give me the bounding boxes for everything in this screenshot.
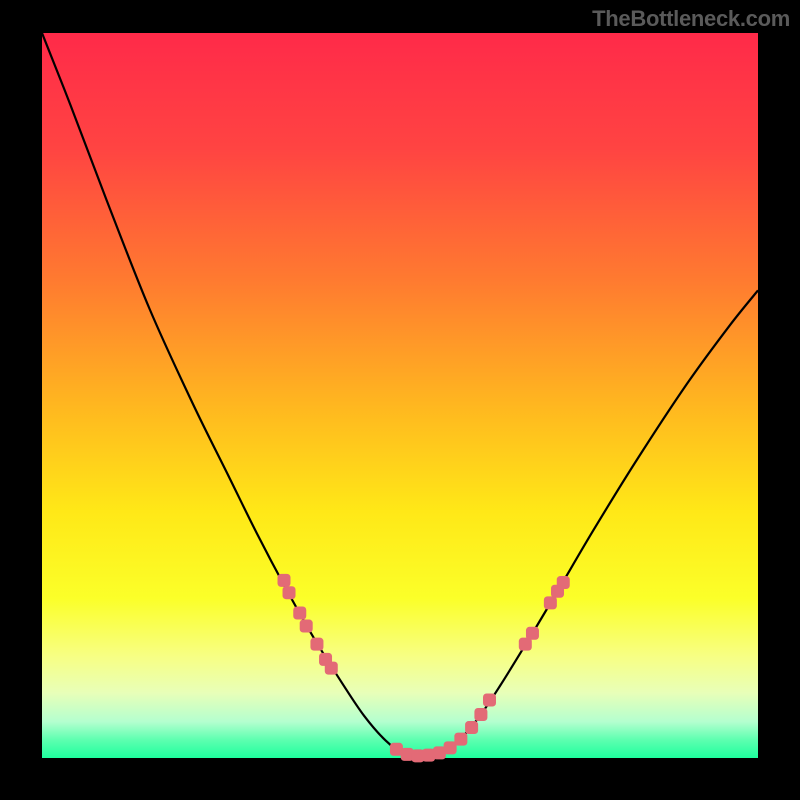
data-marker (474, 708, 487, 721)
data-marker (278, 574, 291, 587)
data-marker (483, 694, 496, 707)
data-marker (310, 638, 323, 651)
data-marker (283, 586, 296, 599)
data-marker (325, 662, 338, 675)
data-marker (544, 596, 557, 609)
data-marker (300, 620, 313, 633)
bottleneck-chart (0, 0, 800, 800)
data-marker (557, 576, 570, 589)
data-marker (293, 607, 306, 620)
watermark-text: TheBottleneck.com (592, 6, 790, 32)
data-marker (465, 721, 478, 734)
data-marker (454, 733, 467, 746)
data-marker (526, 627, 539, 640)
plot-background-gradient (42, 33, 758, 758)
